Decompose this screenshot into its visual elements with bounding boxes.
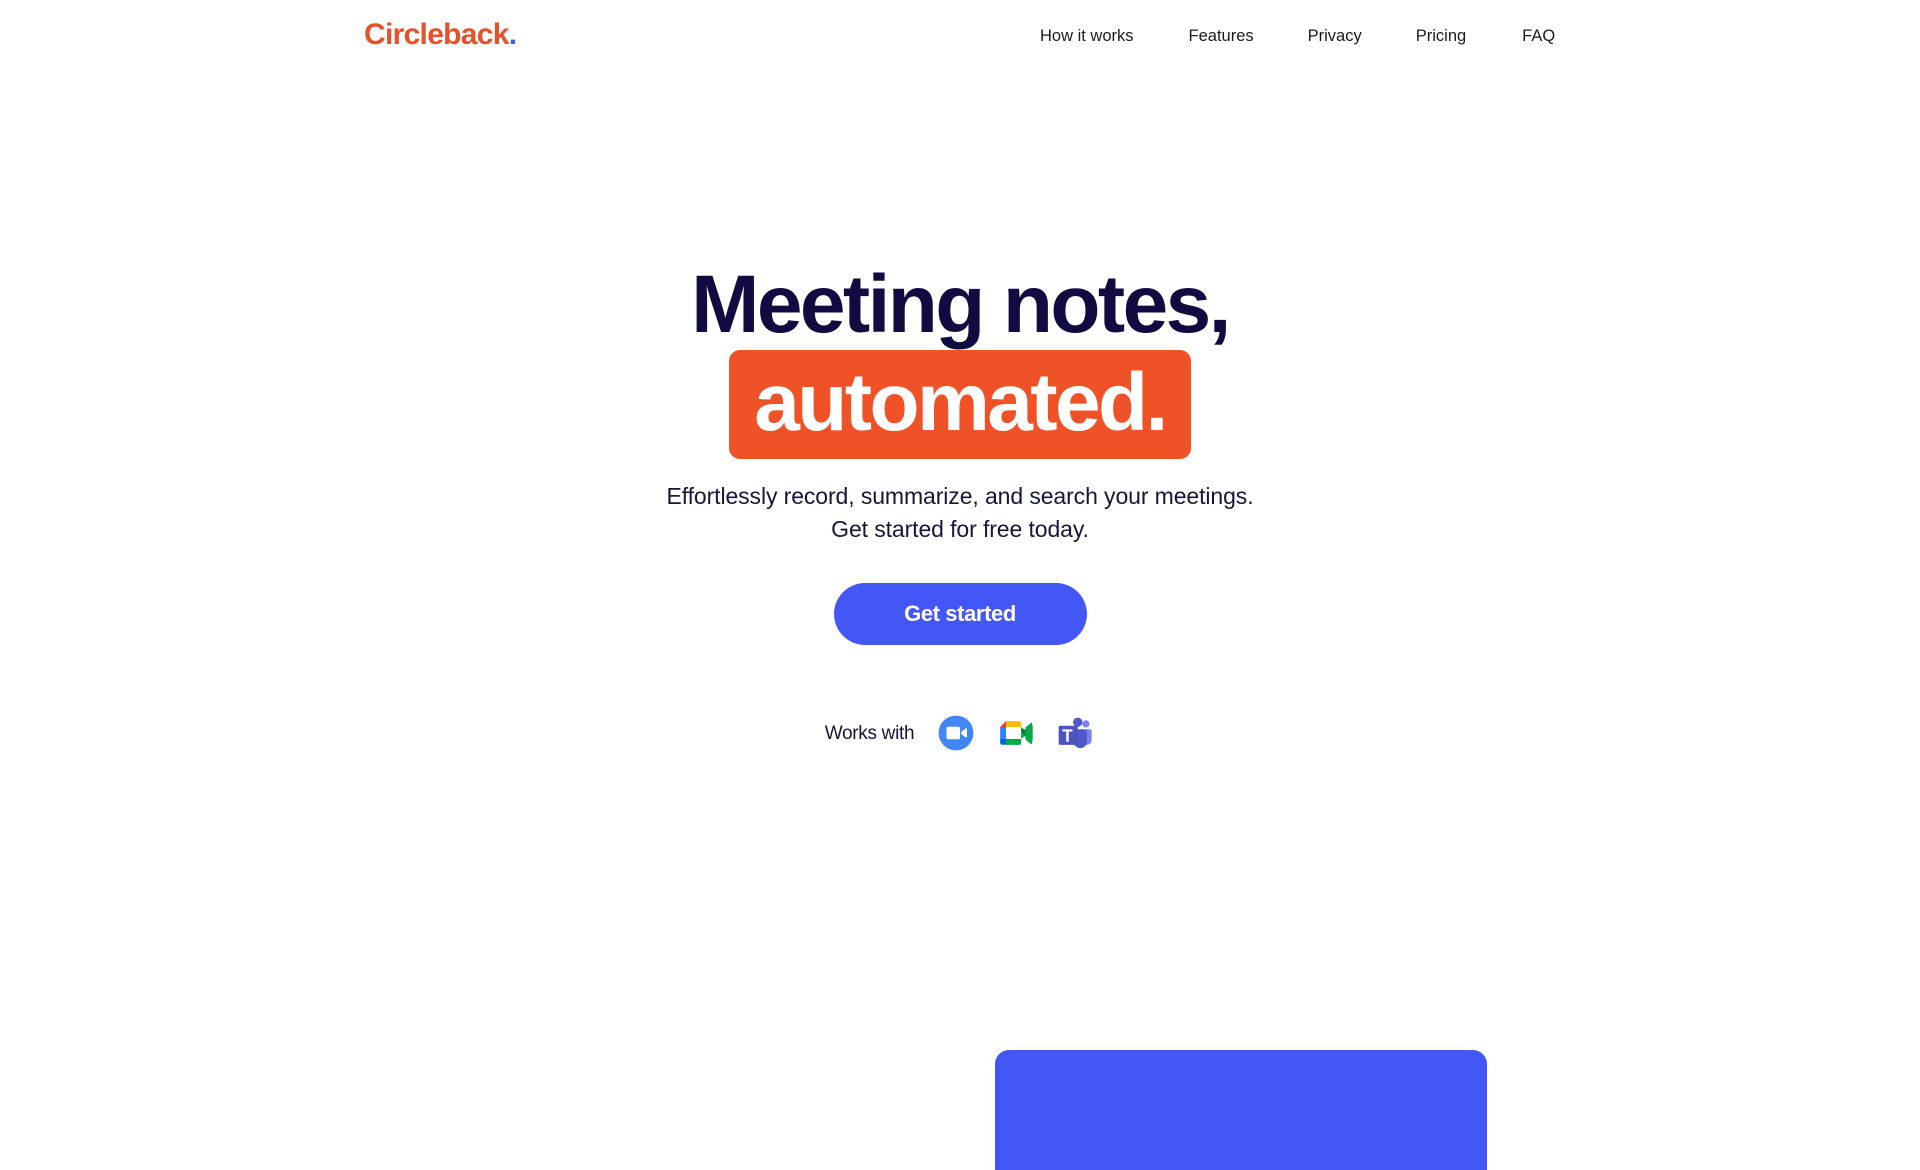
nav-item-pricing[interactable]: Pricing — [1416, 22, 1466, 51]
logo-circleback[interactable]: Circleback. — [364, 18, 517, 51]
logo-dot: . — [508, 18, 517, 51]
hero-cta-container: Get started — [0, 583, 1920, 645]
hero-headline-highlight: automated. — [729, 350, 1191, 459]
site-header: Circleback. How it works Features Privac… — [0, 0, 1920, 72]
nav-item-how-it-works[interactable]: How it works — [1040, 22, 1134, 51]
hero-headline-line-2: automated. — [0, 350, 1920, 459]
hero-headline-line-1: Meeting notes, — [691, 259, 1231, 350]
nav-item-features[interactable]: Features — [1189, 22, 1254, 51]
hero-subtitle-line-1: Effortlessly record, summarize, and sear… — [666, 483, 1254, 509]
works-with-row: Works with — [0, 714, 1920, 752]
nav-item-privacy[interactable]: Privacy — [1308, 22, 1362, 51]
google-meet-icon[interactable] — [997, 714, 1035, 752]
bottom-blue-panel — [995, 1050, 1487, 1170]
main-navigation: How it works Features Privacy Pricing FA… — [1040, 22, 1555, 51]
works-with-label: Works with — [824, 722, 915, 744]
logo-text: Circleback — [364, 18, 509, 51]
nav-item-faq[interactable]: FAQ — [1522, 22, 1555, 51]
works-with-icon-list — [937, 714, 1095, 752]
microsoft-teams-icon[interactable] — [1057, 714, 1095, 752]
hero-subtitle-line-2: Get started for free today. — [831, 515, 1089, 542]
get-started-button[interactable]: Get started — [833, 583, 1087, 645]
zoom-icon[interactable] — [937, 714, 975, 752]
hero-subtitle: Effortlessly record, summarize, and sear… — [0, 480, 1920, 545]
